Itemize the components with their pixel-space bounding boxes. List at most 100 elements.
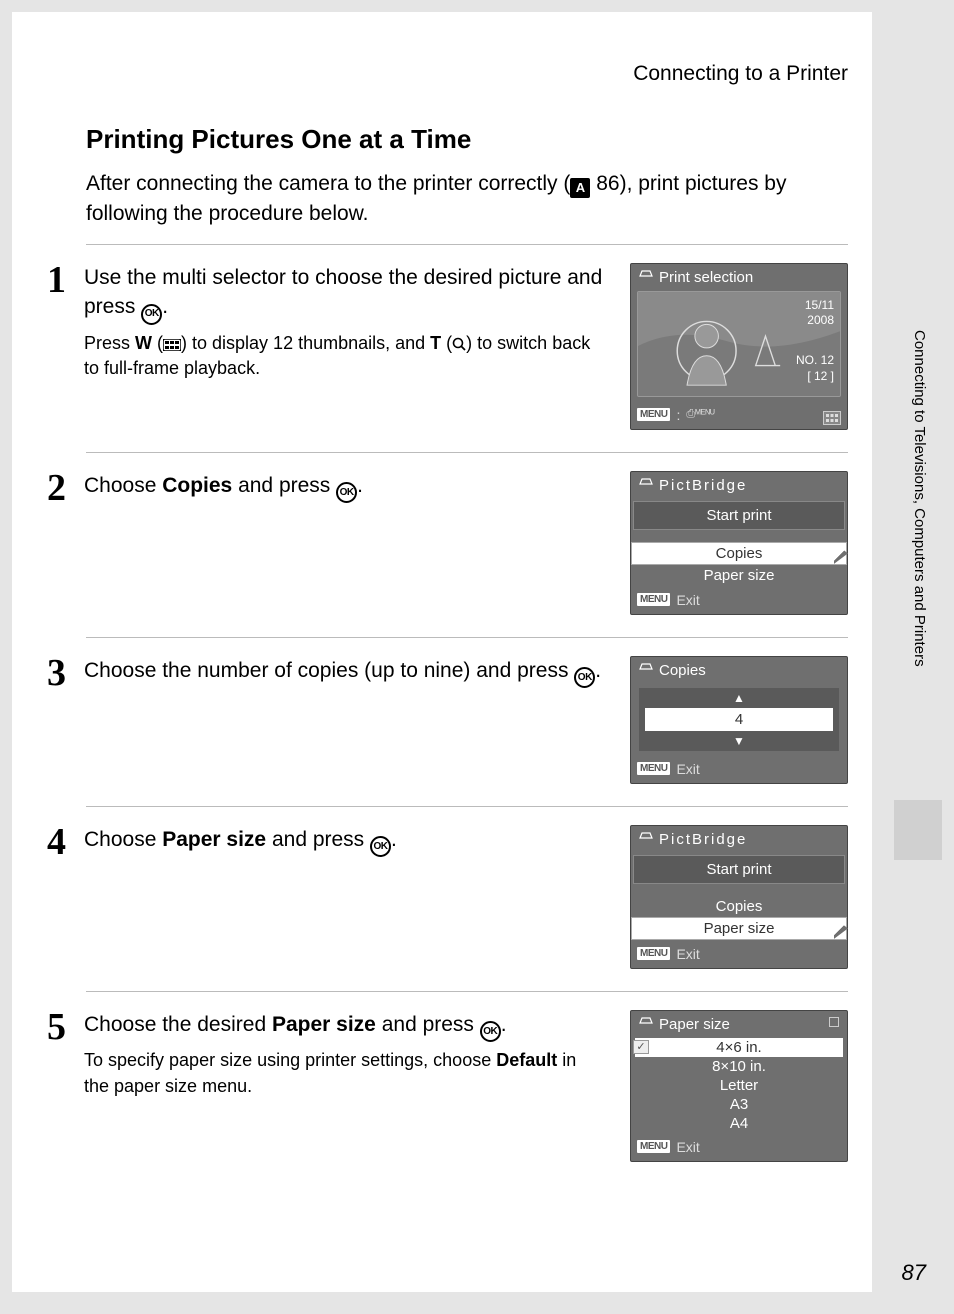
lcd-screen-3: Copies ▲ 4 ▼ MENU Exit <box>630 656 848 784</box>
lcd-screen-5: Paper size ✓ 4×6 in. 8×10 in. Letter A3 … <box>630 1010 848 1162</box>
thumbnail-toggle-icon <box>823 411 841 425</box>
arrow-up-icon[interactable]: ▲ <box>639 688 839 708</box>
step-body: Choose Copies and press OK. <box>84 471 612 615</box>
printer-icon <box>639 1017 653 1031</box>
lcd-footer-exit: Exit <box>676 1139 699 1155</box>
lcd-image-number: NO. 12 <box>796 353 834 369</box>
header-breadcrumb: Connecting to a Printer <box>12 62 872 86</box>
ok-icon: OK <box>141 304 162 325</box>
step-4: 4 Choose Paper size and press OK. PictBr… <box>86 806 848 991</box>
step-body: Use the multi selector to choose the des… <box>84 263 612 430</box>
step-title: Choose the number of copies (up to nine)… <box>84 656 604 689</box>
lcd-footer-exit: Exit <box>676 592 699 608</box>
lcd-title: Copies <box>659 662 706 679</box>
sub-mid2: ) to display 12 thumbnails, and <box>181 333 430 353</box>
step-title: Choose Paper size and press OK. <box>84 825 604 858</box>
lcd: PictBridge Start print Copies Paper size… <box>630 471 848 615</box>
t-bold: Paper size <box>272 1013 376 1036</box>
lcd-footer: MENU : ⎙ᴹᴱᴺᵁ <box>631 403 847 429</box>
intro-ref-number: 86 <box>596 172 619 195</box>
printer-icon <box>639 270 653 284</box>
step-title: Choose the desired Paper size and press … <box>84 1010 604 1043</box>
lcd: Paper size ✓ 4×6 in. 8×10 in. Letter A3 … <box>630 1010 848 1162</box>
menu-chip: MENU <box>637 1140 670 1153</box>
lcd-image-preview: 15/11 2008 NO. 12 [ 12 ] <box>637 291 841 397</box>
lcd: Print selection <box>630 263 848 430</box>
lcd-header: PictBridge <box>631 472 847 497</box>
lcd-title: Paper size <box>659 1016 730 1033</box>
copies-value: 4 <box>639 708 839 731</box>
lcd-header: Paper size <box>631 1011 847 1036</box>
paper-size-option[interactable]: A3 <box>635 1095 843 1114</box>
ok-icon: OK <box>574 667 595 688</box>
step-subtext: Press W () to display 12 thumbnails, and… <box>84 331 604 381</box>
intro-paragraph: After connecting the camera to the print… <box>12 169 872 230</box>
lcd-date: 15/11 <box>796 298 834 314</box>
t-bold: Copies <box>162 474 232 497</box>
ok-icon: OK <box>370 836 391 857</box>
step-number: 4 <box>38 825 66 969</box>
menu-item-paper-size[interactable]: Paper size <box>633 565 845 586</box>
steps-list: 1 Use the multi selector to choose the d… <box>12 244 872 1184</box>
t-before: Choose the desired <box>84 1013 272 1036</box>
thumbnail-icon <box>163 339 181 351</box>
copies-stepper[interactable]: ▲ 4 ▼ <box>639 688 839 751</box>
lcd-footer: MENU Exit <box>631 757 847 783</box>
menu-item-copies[interactable]: Copies <box>631 542 847 565</box>
printer-icon <box>639 832 653 846</box>
ok-icon: OK <box>480 1021 501 1042</box>
step-5: 5 Choose the desired Paper size and pres… <box>86 991 848 1184</box>
t-button-label: T <box>430 333 441 353</box>
lcd-footer: MENU Exit <box>631 942 847 968</box>
step-1: 1 Use the multi selector to choose the d… <box>86 244 848 452</box>
menu-item-copies[interactable]: Copies <box>633 896 845 917</box>
lcd-footer: MENU Exit <box>631 588 847 614</box>
arrow-down-icon[interactable]: ▼ <box>639 731 839 751</box>
lcd-meta: 15/11 2008 NO. 12 [ 12 ] <box>796 298 834 384</box>
menu-chip: MENU <box>637 593 670 606</box>
lcd-screen-4: PictBridge Start print Copies Paper size… <box>630 825 848 969</box>
step-title-after: . <box>162 295 168 318</box>
sub-mid1: ( <box>152 333 163 353</box>
intro-text-before: After connecting the camera to the print… <box>86 172 570 195</box>
paper-size-option[interactable]: ✓ 4×6 in. <box>635 1038 843 1057</box>
lcd-title: PictBridge <box>659 477 747 494</box>
t-before: Choose the number of copies (up to nine)… <box>84 659 574 682</box>
t-after: and press <box>232 474 336 497</box>
paper-size-option[interactable]: 8×10 in. <box>635 1057 843 1076</box>
paper-size-option[interactable]: Letter <box>635 1076 843 1095</box>
lcd-header: Print selection <box>631 264 847 289</box>
t-after: . <box>595 659 601 682</box>
step-number: 2 <box>38 471 66 615</box>
t-bold: Paper size <box>162 828 266 851</box>
paper-size-option[interactable]: A4 <box>635 1114 843 1133</box>
step-number: 5 <box>38 1010 66 1162</box>
menu-item-start-print[interactable]: Start print <box>633 855 845 884</box>
step-body: Choose the desired Paper size and press … <box>84 1010 612 1162</box>
menu-chip: MENU <box>637 408 670 421</box>
lcd-header: PictBridge <box>631 826 847 851</box>
printer-icon <box>639 478 653 492</box>
lcd-body: 15/11 2008 NO. 12 [ 12 ] <box>631 291 847 403</box>
sub-before: To specify paper size using printer sett… <box>84 1050 496 1070</box>
t-after: and press <box>266 828 370 851</box>
printer-icon <box>639 663 653 677</box>
lcd-index: [ 12 ] <box>796 369 834 385</box>
lcd-year: 2008 <box>796 313 834 329</box>
t-before: Choose <box>84 474 162 497</box>
lcd-footer-exit: Exit <box>676 761 699 777</box>
lcd-menu: Start print Copies Paper size <box>631 497 847 588</box>
step-number: 1 <box>38 263 66 430</box>
reference-icon: A <box>570 178 590 198</box>
sub-before-w: Press <box>84 333 135 353</box>
menu-item-paper-size[interactable]: Paper size <box>631 917 847 940</box>
t-before: Choose <box>84 828 162 851</box>
menu-item-start-print[interactable]: Start print <box>633 501 845 530</box>
sub-bold: Default <box>496 1050 557 1070</box>
t-after: and press <box>376 1013 480 1036</box>
lcd: Copies ▲ 4 ▼ MENU Exit <box>630 656 848 784</box>
page-title: Printing Pictures One at a Time <box>12 124 872 155</box>
step-2: 2 Choose Copies and press OK. PictBridge… <box>86 452 848 637</box>
magnifier-icon <box>452 337 466 351</box>
lcd-header: Copies <box>631 657 847 682</box>
